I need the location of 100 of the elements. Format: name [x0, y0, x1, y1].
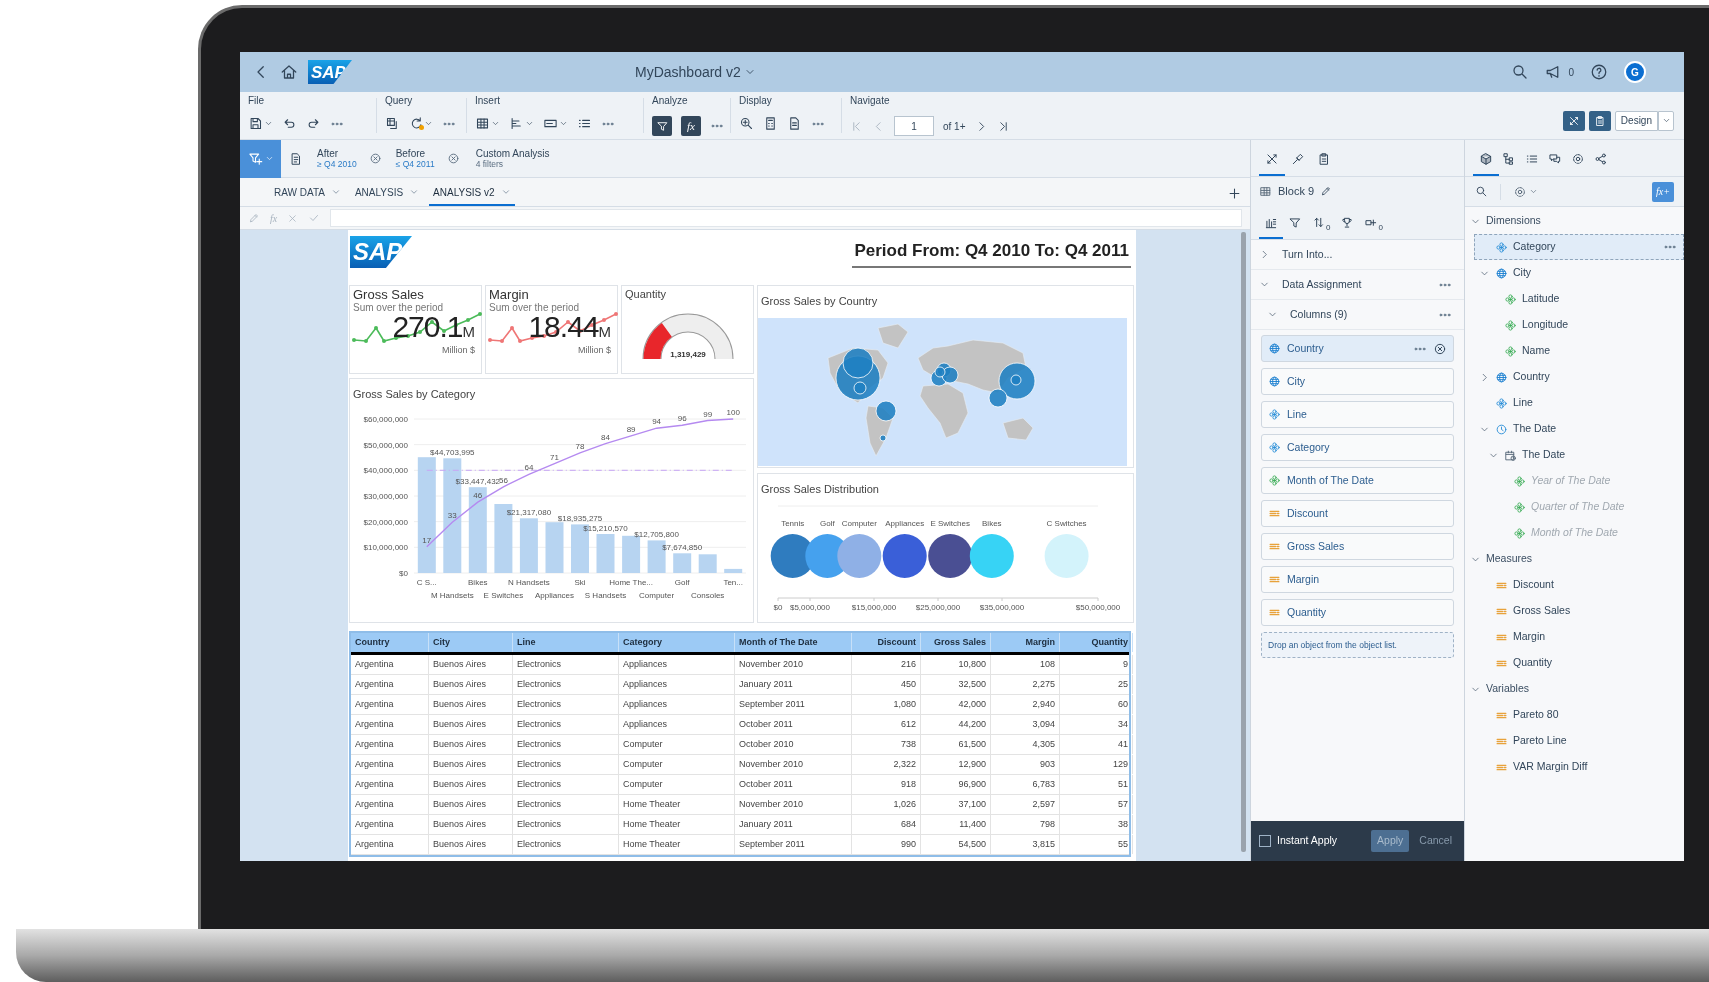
caret-icon[interactable]	[1529, 187, 1538, 196]
column-header[interactable]: Discount	[852, 633, 921, 652]
table-icon[interactable]	[475, 116, 490, 131]
document-icon[interactable]	[289, 151, 303, 166]
redo-icon[interactable]	[306, 116, 321, 131]
query-icon[interactable]	[385, 116, 400, 131]
caret-icon[interactable]	[491, 119, 500, 128]
window-title[interactable]: MyDashboard v2	[635, 61, 741, 83]
cancel-button[interactable]: Cancel	[1415, 830, 1456, 852]
assigned-object[interactable]: Category	[1261, 434, 1454, 461]
assigned-object[interactable]: Country	[1261, 335, 1454, 362]
tree-item[interactable]: Quantity	[1474, 650, 1684, 676]
section-header[interactable]: Turn Into...	[1282, 246, 1333, 263]
tree-item[interactable]: Pareto 80	[1474, 702, 1684, 728]
formula-button[interactable]: fx	[681, 116, 701, 136]
table-cell: 34	[1060, 715, 1133, 734]
drop-zone[interactable]: Drop an object from the object list.	[1261, 632, 1454, 658]
tree-item[interactable]: Country	[1474, 364, 1684, 390]
column-header[interactable]: Category	[619, 633, 735, 652]
tree-item[interactable]: Pareto Line	[1474, 728, 1684, 754]
help-icon[interactable]	[1590, 63, 1608, 81]
filter-menu-button[interactable]	[240, 139, 281, 178]
mode-button[interactable]: Design	[1614, 110, 1658, 131]
remove-icon[interactable]	[368, 152, 382, 165]
tree-item[interactable]: Discount	[1474, 572, 1684, 598]
section-header[interactable]: Data Assignment	[1282, 276, 1362, 293]
column-header[interactable]: Country	[351, 633, 429, 652]
axis-label: $0	[773, 603, 783, 612]
tools-icon	[1567, 114, 1580, 127]
caret-icon[interactable]	[264, 119, 273, 128]
custom-analysis-label[interactable]: Custom Analysis	[475, 147, 550, 159]
globe-icon	[1495, 266, 1508, 280]
section-header[interactable]: Columns (9)	[1290, 306, 1348, 323]
tree-item[interactable]: The Date	[1483, 442, 1684, 468]
tree-item[interactable]: Category	[1474, 234, 1684, 260]
avatar[interactable]: G	[1624, 61, 1646, 83]
tree-item[interactable]: Latitude	[1483, 286, 1684, 312]
column-header[interactable]: Gross Sales	[921, 633, 991, 652]
tree-item[interactable]: VAR Margin Diff	[1474, 754, 1684, 780]
refresh-icon[interactable]	[409, 116, 424, 131]
table-cell: January 2011	[735, 675, 852, 694]
search-icon[interactable]	[1475, 185, 1488, 198]
save-icon[interactable]	[248, 116, 263, 131]
remove-icon[interactable]	[446, 152, 460, 165]
remove-icon[interactable]	[1433, 341, 1447, 356]
scrollbar[interactable]	[1241, 232, 1246, 852]
checkbox[interactable]	[1259, 835, 1271, 847]
assigned-object[interactable]: Margin	[1261, 566, 1454, 593]
assigned-object[interactable]: Discount	[1261, 500, 1454, 527]
clipboard-button[interactable]	[1588, 110, 1611, 131]
table-cell: 42,000	[921, 695, 991, 714]
tree-item[interactable]: The Date	[1474, 416, 1684, 442]
tree-item[interactable]: City	[1474, 260, 1684, 286]
panel-tab[interactable]: 0	[1359, 209, 1388, 239]
data-label: 94	[652, 417, 662, 427]
page-field[interactable]: 1	[894, 116, 934, 136]
tree-item[interactable]: Name	[1483, 338, 1684, 364]
tree-item[interactable]: Variables	[1465, 676, 1684, 702]
panel-tab[interactable]: 0	[1307, 209, 1336, 239]
caret-icon[interactable]	[424, 119, 433, 128]
bar-chart-icon[interactable]	[509, 116, 524, 131]
filter-button[interactable]	[652, 116, 672, 136]
filter-label[interactable]: After	[317, 147, 357, 159]
zoom-icon[interactable]	[739, 116, 754, 131]
assigned-object[interactable]: City	[1261, 368, 1454, 395]
report-tab[interactable]: RAW DATA	[270, 180, 345, 206]
checkbox-label[interactable]: Instant Apply	[1277, 833, 1338, 849]
tools-button[interactable]	[1562, 110, 1585, 131]
data-label: 17	[422, 535, 432, 545]
tree-item[interactable]: Line	[1474, 390, 1684, 416]
report-tab[interactable]: ANALYSIS	[350, 180, 424, 206]
assigned-object[interactable]: Quantity	[1261, 599, 1454, 626]
expand-icon[interactable]	[1259, 249, 1270, 260]
formula-field[interactable]	[330, 209, 1242, 227]
column-header[interactable]: City	[429, 633, 513, 652]
assigned-object[interactable]: Line	[1261, 401, 1454, 428]
tree-item[interactable]: Longitude	[1483, 312, 1684, 338]
tree-item[interactable]: Measures	[1465, 546, 1684, 572]
column-header[interactable]: Quantity	[1060, 633, 1133, 652]
column-header[interactable]: Margin	[991, 633, 1060, 652]
home-icon[interactable]	[280, 63, 298, 81]
assigned-object[interactable]: Month of The Date	[1261, 467, 1454, 494]
document-icon[interactable]	[787, 116, 802, 131]
tree-item[interactable]: Gross Sales	[1474, 598, 1684, 624]
table-cell: 6,783	[991, 775, 1060, 794]
tree-item[interactable]: Margin	[1474, 624, 1684, 650]
caret-icon	[500, 187, 511, 197]
add-tab-icon[interactable]	[1227, 185, 1242, 201]
settings-icon[interactable]	[1513, 184, 1527, 199]
column-header[interactable]: Month of The Date	[735, 633, 852, 652]
axis-label: $30,000,000	[363, 492, 408, 501]
tree-item[interactable]: Dimensions	[1465, 208, 1684, 234]
filter-label[interactable]: Before	[395, 147, 435, 159]
assigned-object[interactable]: Gross Sales	[1261, 533, 1454, 560]
caret-icon[interactable]	[525, 119, 534, 128]
undo-icon[interactable]	[282, 116, 297, 131]
pencil-icon[interactable]	[1320, 185, 1333, 197]
calculator-icon[interactable]	[763, 116, 778, 131]
column-header[interactable]: Line	[513, 633, 619, 652]
caret-icon[interactable]	[559, 119, 568, 128]
